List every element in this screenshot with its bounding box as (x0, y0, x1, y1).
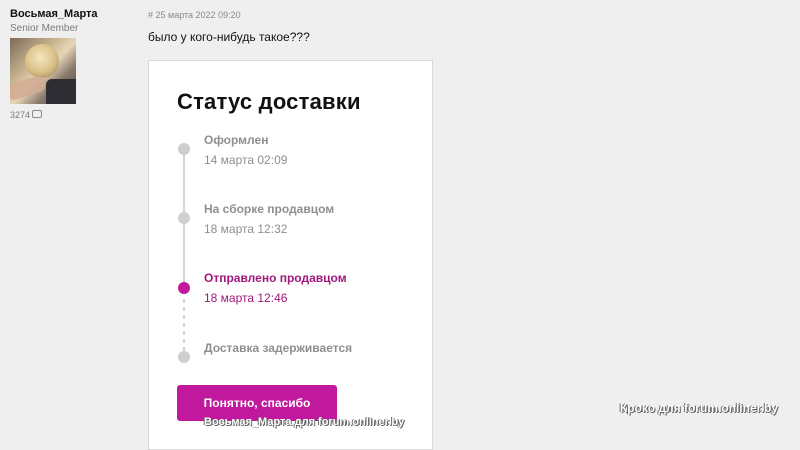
timeline-dot (178, 143, 190, 155)
status-step-label: Доставка задерживается (204, 341, 353, 355)
card-title: Статус доставки (177, 89, 361, 114)
avatar-image-part (25, 44, 59, 78)
watermark-bottom: Восьмая_Марта для forum.onliner.by (204, 416, 405, 428)
post-text: было у кого-нибудь такое??? (148, 30, 310, 44)
user-rank: Senior Member (10, 23, 79, 34)
post-count-value: 3274 (10, 110, 31, 120)
avatar-image-part (10, 74, 48, 102)
timeline-dot (178, 212, 190, 224)
status-step-label: На сборке продавцом (204, 202, 335, 216)
status-step: Оформлен 14 марта 02:09 (204, 133, 414, 167)
avatar-image-part (46, 79, 76, 104)
avatar[interactable] (10, 38, 76, 104)
timeline-dot (178, 351, 190, 363)
status-step: Доставка задерживается (204, 341, 414, 355)
delivery-status-card: Статус доставки Оформлен 14 марта 02:09 … (148, 60, 433, 450)
timeline-dashed-line (183, 299, 185, 351)
user-info: Восьмая_Марта Senior Member 3274 (10, 8, 130, 120)
comment-icon (32, 110, 43, 118)
post-meta[interactable]: # 25 марта 2022 09:20 (148, 10, 241, 20)
status-step-time: 18 марта 12:46 (204, 291, 288, 305)
status-step-time: 18 марта 12:32 (204, 222, 288, 236)
status-step-active: Отправлено продавцом 18 марта 12:46 (204, 271, 414, 305)
username[interactable]: Восьмая_Марта (10, 8, 130, 20)
post-count: 3274 (10, 110, 43, 120)
status-step: На сборке продавцом 18 марта 12:32 (204, 202, 414, 236)
timeline-dot-active (178, 282, 190, 294)
watermark-right: Кроко для forum.onliner.by (619, 401, 778, 415)
status-step-label: Отправлено продавцом (204, 271, 347, 285)
status-step-time: 14 марта 02:09 (204, 153, 288, 167)
status-step-label: Оформлен (204, 133, 269, 147)
